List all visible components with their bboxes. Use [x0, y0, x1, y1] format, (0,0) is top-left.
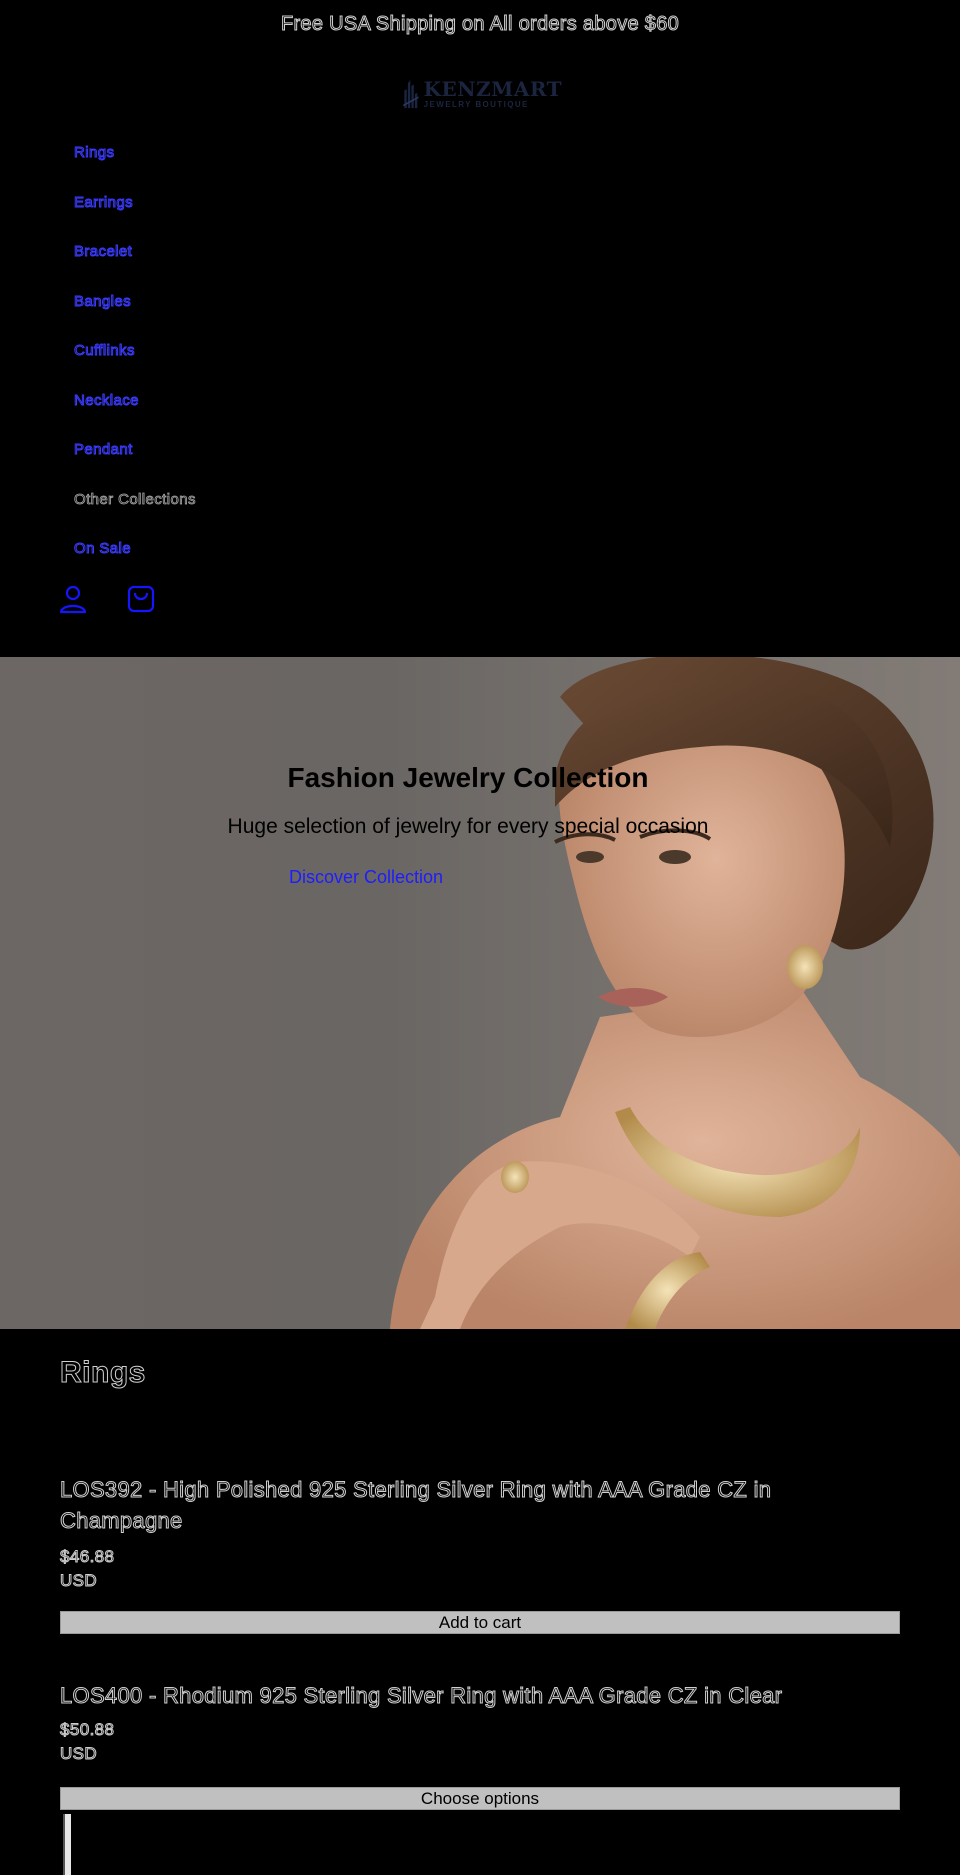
- product-currency: USD: [60, 1744, 98, 1764]
- logo-name: KENZMART: [423, 77, 562, 101]
- main-navigation: Rings Earrings Bracelet Bangles Cufflink…: [74, 141, 196, 587]
- choose-options-button[interactable]: Choose options: [60, 1787, 900, 1810]
- collection-title: Rings: [60, 1356, 146, 1390]
- nav-item-earrings[interactable]: Earrings: [74, 191, 196, 241]
- nav-item-rings[interactable]: Rings: [74, 141, 196, 191]
- discover-collection-link[interactable]: Discover Collection: [289, 867, 443, 888]
- product-price: $46.88: [60, 1547, 115, 1567]
- product-title[interactable]: LOS392 - High Polished 925 Sterling Silv…: [60, 1474, 900, 1536]
- nav-item-bracelet[interactable]: Bracelet: [74, 240, 196, 290]
- add-to-cart-button[interactable]: Add to cart: [60, 1611, 900, 1634]
- hero-banner: Fashion Jewelry Collection Huge selectio…: [0, 657, 960, 1329]
- logo-wordmark: KENZMART JEWELRY BOUTIQUE: [424, 79, 562, 109]
- product-card: LOS392 - High Polished 925 Sterling Silv…: [60, 1474, 900, 1634]
- store-logo[interactable]: KENZMART JEWELRY BOUTIQUE: [402, 68, 562, 120]
- product-title[interactable]: LOS400 - Rhodium 925 Sterling Silver Rin…: [60, 1680, 900, 1711]
- nav-item-bangles[interactable]: Bangles: [74, 290, 196, 340]
- hero-model-image: [390, 657, 960, 1329]
- logo-emblem-icon: [403, 79, 419, 109]
- account-icon[interactable]: [58, 584, 88, 614]
- nav-item-necklace[interactable]: Necklace: [74, 389, 196, 439]
- product-currency: USD: [60, 1571, 98, 1591]
- nav-item-pendant[interactable]: Pendant: [74, 438, 196, 488]
- hero-title: Fashion Jewelry Collection: [287, 762, 649, 793]
- product-price: $50.88: [60, 1720, 115, 1740]
- product-card: LOS400 - Rhodium 925 Sterling Silver Rin…: [60, 1680, 900, 1810]
- nav-item-cufflinks[interactable]: Cufflinks: [74, 339, 196, 389]
- product-image-edge: [63, 1814, 71, 1875]
- announcement-bar: Free USA Shipping on All orders above $6…: [0, 0, 960, 48]
- hero-subtitle: Huge selection of jewelry for every spec…: [227, 815, 709, 838]
- logo-tagline: JEWELRY BOUTIQUE: [423, 100, 529, 109]
- header-icons: [58, 584, 156, 614]
- nav-item-other-collections[interactable]: Other Collections: [74, 488, 196, 538]
- cart-icon[interactable]: [126, 584, 156, 614]
- announcement-text: Free USA Shipping on All orders above $6…: [280, 12, 680, 35]
- nav-item-on-sale[interactable]: On Sale: [74, 537, 196, 587]
